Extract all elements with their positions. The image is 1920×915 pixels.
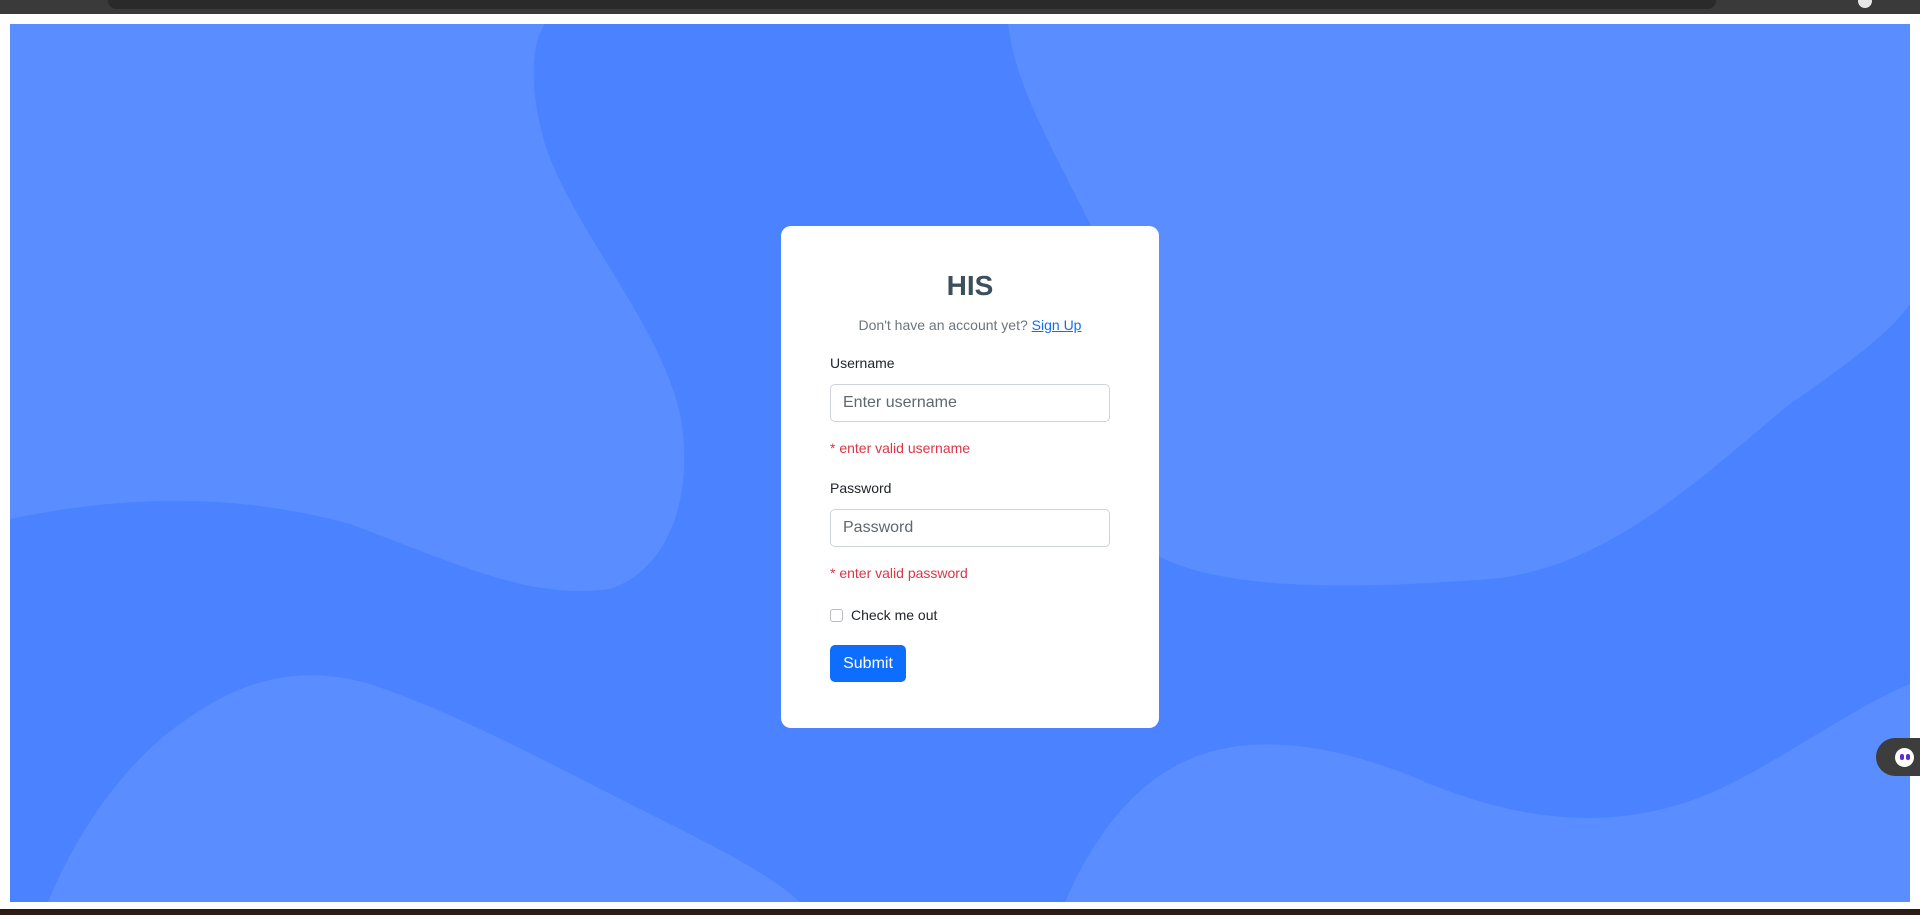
username-input[interactable] [830, 384, 1110, 422]
password-label: Password [830, 480, 892, 496]
username-label: Username [830, 355, 895, 371]
assistant-eye-right [1906, 754, 1910, 760]
login-title: HIS [946, 270, 994, 301]
signup-prompt-text: Don't have an account yet? [858, 317, 1028, 333]
address-bar[interactable] [108, 0, 1716, 9]
assistant-widget[interactable] [1876, 738, 1920, 776]
assistant-eye-left [1900, 754, 1904, 760]
signup-link[interactable]: Sign Up [1032, 317, 1082, 333]
username-error: * enter valid username [830, 440, 971, 456]
password-error: * enter valid password [830, 565, 968, 581]
browser-top-bar [0, 0, 1920, 14]
profile-icon[interactable] [1858, 0, 1872, 8]
remember-label[interactable]: Check me out [851, 607, 937, 623]
assistant-face-icon[interactable] [1895, 748, 1914, 767]
remember-checkbox[interactable] [830, 608, 843, 622]
signup-prompt: Don't have an account yet? Sign Up [781, 317, 1159, 333]
remember-row: Check me out [830, 606, 937, 624]
password-input[interactable] [830, 509, 1110, 547]
login-card: HIS Don't have an account yet? Sign Up U… [781, 226, 1159, 728]
page-background: HIS Don't have an account yet? Sign Up U… [10, 24, 1910, 902]
bottom-strip [0, 909, 1920, 915]
submit-button[interactable]: Submit [830, 645, 906, 682]
